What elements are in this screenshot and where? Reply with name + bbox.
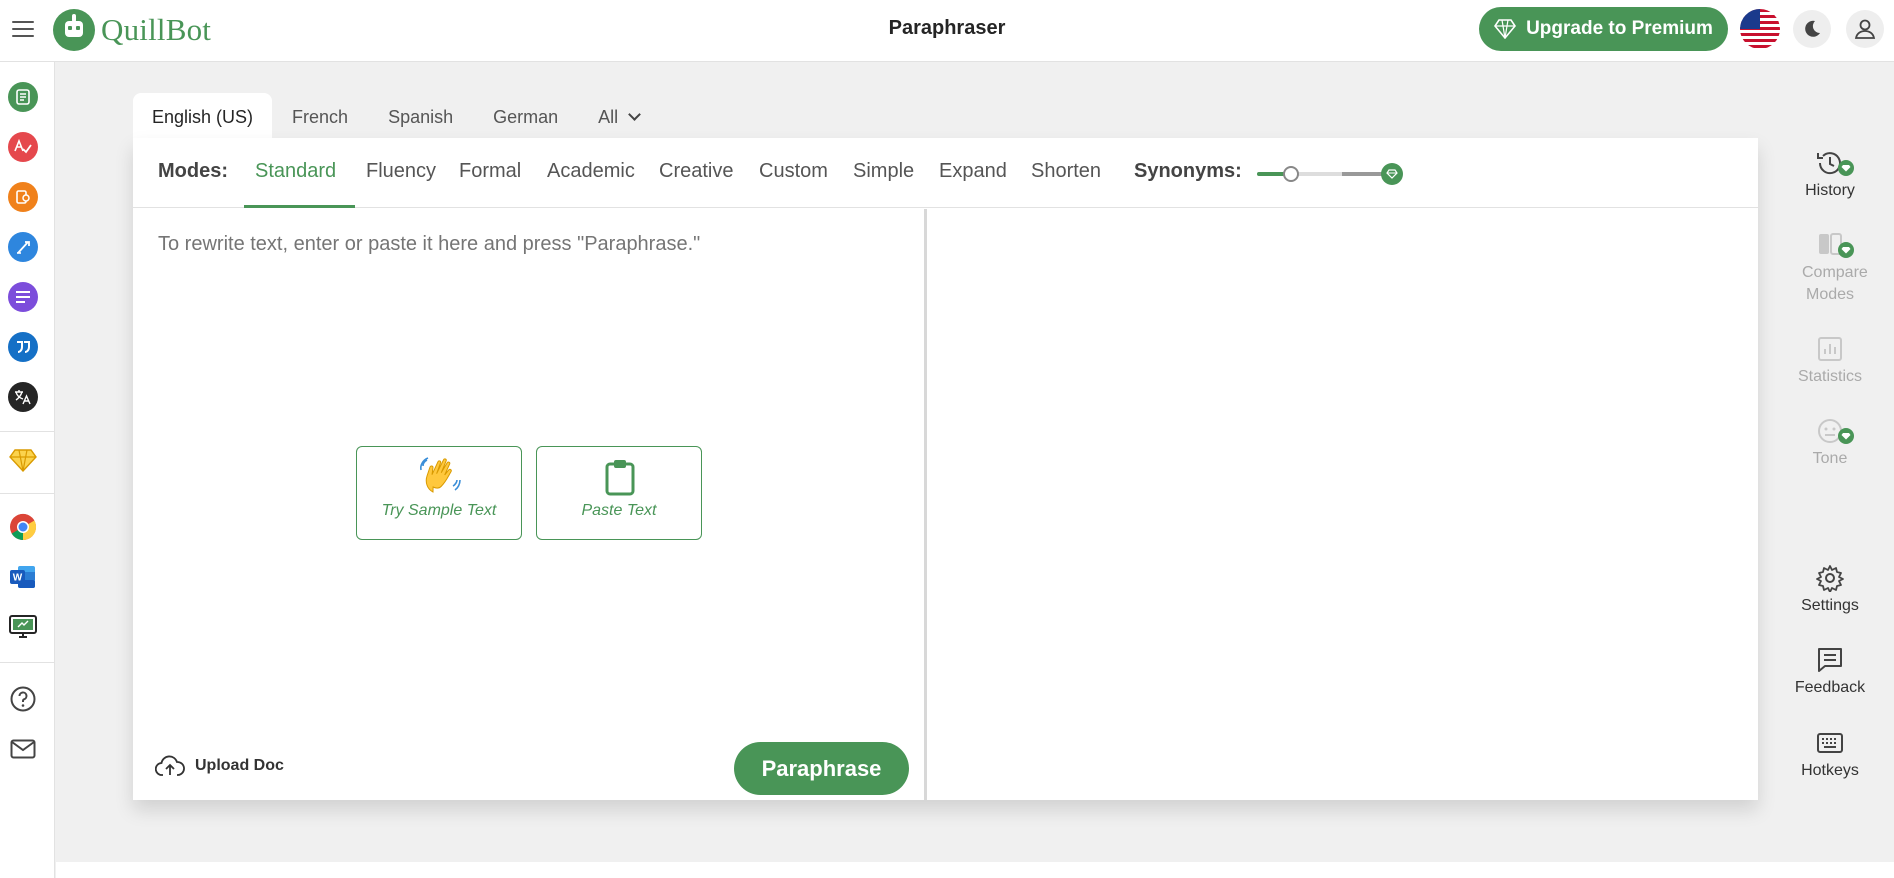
editor-split-divider [924, 209, 927, 800]
modes-bar: Modes: Standard Fluency Formal Academic … [133, 138, 1758, 208]
tab-french[interactable]: French [272, 93, 368, 138]
co-writer-icon[interactable] [8, 232, 38, 262]
dark-mode-moon-icon[interactable] [1793, 10, 1831, 48]
mode-simple[interactable]: Simple [853, 160, 914, 183]
mode-formal[interactable]: Formal [459, 160, 521, 183]
translator-icon[interactable] [8, 382, 38, 412]
synonyms-slider-knob[interactable] [1282, 166, 1299, 182]
upload-doc-label: Upload Doc [195, 757, 284, 774]
word-addin-icon[interactable]: W [8, 562, 38, 592]
synonyms-label: Synonyms: [1134, 160, 1242, 182]
history-button[interactable]: History [1780, 146, 1880, 202]
brand-name: QuillBot [101, 12, 212, 47]
synonyms-slider-locked-range [1342, 172, 1382, 176]
chrome-extension-icon[interactable] [8, 512, 38, 542]
svg-text:W: W [13, 573, 23, 584]
rail-divider [0, 662, 55, 663]
tone-label: Tone [1812, 450, 1848, 467]
premium-gem-icon[interactable] [8, 445, 38, 475]
history-label: History [1805, 182, 1855, 199]
output-text-area [928, 209, 1758, 800]
help-icon[interactable] [8, 684, 38, 714]
hotkeys-button[interactable]: Hotkeys [1780, 726, 1880, 782]
desktop-app-icon[interactable] [8, 612, 38, 642]
tone-button[interactable]: Tone [1780, 414, 1880, 470]
hotkeys-label: Hotkeys [1801, 762, 1859, 779]
compare-modes-label: Compare Modes [1802, 264, 1868, 303]
upgrade-label: Upgrade to Premium [1526, 18, 1713, 39]
modes-label: Modes: [158, 160, 228, 182]
hamburger-menu-icon[interactable] [10, 16, 36, 42]
upload-doc-button[interactable]: Upload Doc [155, 755, 284, 777]
statistics-icon [1818, 337, 1842, 361]
all-languages-label: All [598, 107, 619, 127]
us-flag-language-icon[interactable] [1740, 9, 1780, 49]
mode-custom[interactable]: Custom [759, 160, 828, 183]
left-tool-rail: W [0, 62, 55, 878]
account-user-icon[interactable] [1846, 10, 1884, 48]
tab-english-us[interactable]: English (US) [133, 93, 273, 138]
feedback-button[interactable]: Feedback [1780, 643, 1880, 699]
feedback-label: Feedback [1794, 679, 1866, 696]
keyboard-icon [1817, 733, 1843, 753]
mode-academic[interactable]: Academic [547, 160, 635, 183]
top-bar: QuillBot Paraphraser Upgrade to Premium [0, 0, 1894, 62]
rail-divider [0, 493, 55, 494]
chevron-down-icon [628, 108, 642, 121]
rail-divider [0, 431, 55, 432]
settings-label: Settings [1801, 597, 1859, 614]
synonyms-slider[interactable] [1257, 172, 1392, 176]
tab-german[interactable]: German [473, 93, 578, 138]
summarizer-icon[interactable] [8, 282, 38, 312]
footer-strip [56, 862, 1894, 878]
mode-standard[interactable]: Standard [255, 160, 336, 183]
grammar-checker-icon[interactable] [8, 132, 38, 162]
input-text-area[interactable]: To rewrite text, enter or paste it here … [158, 233, 898, 256]
feedback-icon [1818, 648, 1842, 672]
plagiarism-checker-icon[interactable] [8, 182, 38, 212]
mode-shorten[interactable]: Shorten [1031, 160, 1101, 183]
active-mode-underline [244, 205, 355, 208]
mode-fluency[interactable]: Fluency [366, 160, 436, 183]
mode-creative[interactable]: Creative [659, 160, 733, 183]
waving-hand-icon [420, 457, 461, 493]
contact-mail-icon[interactable] [8, 734, 38, 764]
paraphrase-button[interactable]: Paraphrase [734, 742, 909, 795]
gear-icon [1816, 565, 1844, 592]
tab-spanish[interactable]: Spanish [368, 93, 473, 138]
paraphraser-icon[interactable] [8, 82, 38, 112]
statistics-label: Statistics [1797, 368, 1862, 385]
compare-modes-button[interactable]: Compare Modes [1780, 228, 1880, 306]
language-tabs: English (US) French Spanish German All [133, 93, 659, 138]
diamond-icon [1494, 19, 1517, 39]
cloud-upload-icon [155, 755, 185, 776]
synonyms-premium-gem-icon[interactable] [1381, 163, 1403, 185]
settings-button[interactable]: Settings [1780, 561, 1880, 617]
paraphraser-editor: Modes: Standard Fluency Formal Academic … [133, 138, 1758, 800]
statistics-button[interactable]: Statistics [1780, 332, 1880, 388]
quillbot-bot-icon [53, 9, 95, 51]
try-sample-text-button[interactable]: Try Sample Text [356, 446, 522, 540]
mode-expand[interactable]: Expand [939, 160, 1007, 183]
paste-text-button[interactable]: Paste Text [536, 446, 702, 540]
tab-all-languages[interactable]: All [578, 93, 659, 138]
quillbot-logo[interactable]: QuillBot [53, 9, 211, 51]
premium-gem-badge-icon [1838, 242, 1854, 258]
paste-text-label: Paste Text [581, 502, 657, 519]
clipboard-icon [605, 460, 635, 496]
upgrade-to-premium-button[interactable]: Upgrade to Premium [1479, 7, 1728, 51]
premium-gem-badge-icon [1838, 428, 1854, 444]
try-sample-text-label: Try Sample Text [381, 502, 497, 519]
premium-gem-badge-icon [1838, 160, 1854, 176]
citation-generator-icon[interactable] [8, 332, 38, 362]
